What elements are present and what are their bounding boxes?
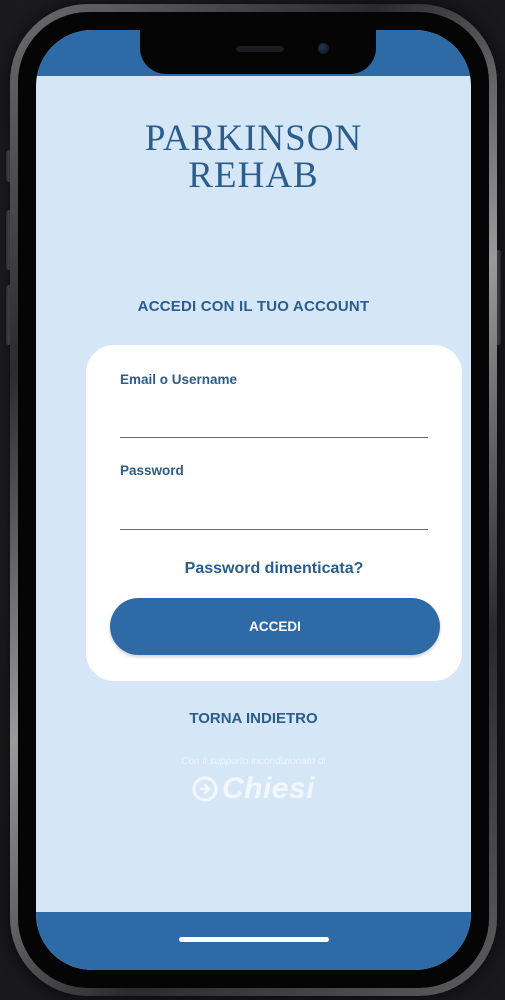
chiesi-logo-icon	[192, 776, 218, 802]
phone-frame: PARKINSON REHAB ACCEDI CON IL TUO ACCOUN…	[10, 4, 497, 996]
sponsor-brand: Chiesi	[221, 772, 316, 805]
login-card: Email o Username Password Password dimen…	[86, 345, 462, 681]
app-screen: PARKINSON REHAB ACCEDI CON IL TUO ACCOUN…	[36, 30, 471, 970]
sponsor-caption: Con il supporto incondizionato di	[181, 756, 326, 767]
sponsor-logo: Chiesi	[36, 772, 471, 806]
login-heading: ACCEDI CON IL TUO ACCOUNT	[137, 298, 370, 315]
home-bar	[36, 912, 471, 970]
forgot-password-link[interactable]: Password dimenticata?	[86, 560, 462, 578]
back-link[interactable]: TORNA INDIETRO	[36, 710, 471, 727]
logo-line-2: REHAB	[188, 155, 319, 196]
login-button[interactable]: ACCEDI	[110, 598, 440, 655]
app-logo: PARKINSON REHAB	[36, 120, 471, 194]
password-label: Password	[120, 463, 184, 478]
password-field[interactable]	[120, 501, 428, 530]
speaker-grille	[236, 46, 284, 52]
camera-icon	[318, 43, 329, 54]
notch	[140, 30, 376, 74]
logo-line-1: PARKINSON	[144, 118, 363, 159]
device-mockup: PARKINSON REHAB ACCEDI CON IL TUO ACCOUN…	[0, 0, 505, 1000]
home-indicator[interactable]	[179, 937, 329, 942]
email-field[interactable]	[120, 409, 428, 438]
email-label: Email o Username	[120, 372, 238, 387]
